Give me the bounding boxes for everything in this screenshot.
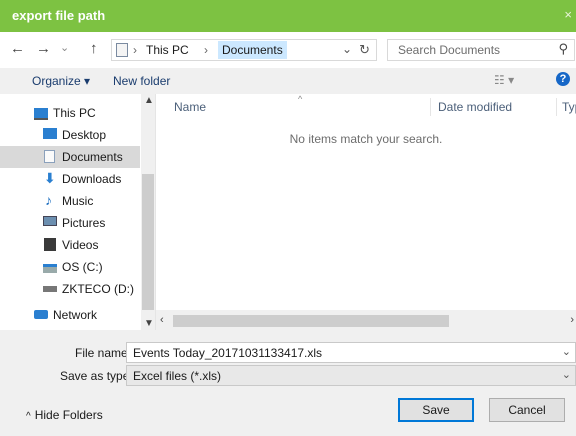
column-divider[interactable] <box>430 98 431 116</box>
refresh-icon[interactable]: ↻ <box>359 42 370 58</box>
chevron-down-icon[interactable]: ⌄ <box>562 345 571 358</box>
pictures-icon <box>43 216 57 226</box>
nav-item-music[interactable]: ♪ Music <box>0 190 140 212</box>
breadcrumb-this-pc[interactable]: This PC <box>146 43 189 57</box>
nav-item-documents[interactable]: Documents <box>0 146 140 168</box>
search-box[interactable]: Search Documents ⚲ <box>387 39 575 61</box>
scrollbar-thumb[interactable] <box>173 315 449 327</box>
nav-item-label: Downloads <box>62 172 122 186</box>
nav-item-label: Documents <box>62 150 123 164</box>
documents-folder-icon <box>116 43 128 57</box>
nav-item-this-pc[interactable]: This PC <box>0 102 140 124</box>
chevron-down-icon[interactable]: ⌄ <box>562 368 571 381</box>
scroll-right-icon[interactable]: › <box>570 314 574 326</box>
nav-item-pictures[interactable]: Pictures <box>0 212 140 234</box>
address-row: ← → ⌄ ↑ › This PC › Documents ⌄ ↻ Search… <box>0 32 576 68</box>
forward-arrow-icon[interactable]: → <box>36 40 51 57</box>
save-as-type-label: Save as type: <box>60 369 133 383</box>
cancel-button[interactable]: Cancel <box>489 398 565 422</box>
save-as-type-value: Excel files (*.xls) <box>133 369 222 383</box>
up-arrow-icon[interactable]: ↑ <box>90 40 98 57</box>
close-icon[interactable]: × <box>564 7 572 22</box>
drive-icon <box>43 264 57 273</box>
back-arrow-icon[interactable]: ← <box>10 40 25 57</box>
hide-folders-label: Hide Folders <box>34 408 103 422</box>
scrollbar-thumb[interactable] <box>142 174 154 310</box>
nav-item-label: ZKTECO (D:) <box>62 282 134 296</box>
empty-message: No items match your search. <box>289 132 443 146</box>
file-list: ^ Name Date modified Typ No items match … <box>156 94 576 310</box>
view-options-icon[interactable]: ☷ ▾ <box>494 73 514 87</box>
organize-button[interactable]: Organize ▾ <box>32 74 90 88</box>
nav-item-downloads[interactable]: ⬇ Downloads <box>0 168 140 190</box>
search-placeholder: Search Documents <box>398 43 501 57</box>
column-divider[interactable] <box>556 98 557 116</box>
videos-icon <box>44 238 56 251</box>
scroll-down-icon[interactable]: ▼ <box>144 318 154 329</box>
file-name-label: File name: <box>75 346 132 360</box>
nav-item-label: Network <box>53 308 98 322</box>
new-folder-button[interactable]: New folder <box>113 74 170 88</box>
file-name-value[interactable]: Events Today_20171031133417.xls <box>133 346 322 360</box>
scroll-up-icon[interactable]: ▲ <box>144 95 154 106</box>
nav-item-label: OS (C:) <box>62 260 103 274</box>
nav-item-label: Desktop <box>62 128 107 142</box>
nav-item-zkteco-d[interactable]: ZKTECO (D:) <box>0 278 140 300</box>
recent-locations-icon[interactable]: ⌄ <box>60 41 69 54</box>
nav-item-desktop[interactable]: Desktop <box>0 124 140 146</box>
desktop-icon <box>43 128 57 139</box>
music-icon: ♪ <box>45 192 52 208</box>
breadcrumb-documents[interactable]: Documents <box>218 41 287 59</box>
window-title: export file path <box>12 8 106 23</box>
file-list-horizontal-scrollbar[interactable]: ‹ › <box>156 312 576 330</box>
downloads-icon: ⬇ <box>44 170 56 186</box>
drive-icon <box>43 286 57 292</box>
hide-folders-button[interactable]: ^ Hide Folders <box>26 408 103 422</box>
command-bar: Organize ▾ New folder ☷ ▾ ? <box>0 68 576 94</box>
column-header-type[interactable]: Typ <box>562 100 576 114</box>
title-bar: export file path × <box>0 0 576 32</box>
nav-item-os-c[interactable]: OS (C:) <box>0 256 140 278</box>
computer-icon <box>34 108 48 120</box>
file-name-field[interactable]: Events Today_20171031133417.xls ⌄ <box>126 342 576 363</box>
nav-item-label: Videos <box>62 238 99 252</box>
search-icon[interactable]: ⚲ <box>558 41 568 57</box>
nav-vertical-scrollbar[interactable]: ▲ ▼ <box>141 94 155 330</box>
sort-ascending-icon: ^ <box>298 94 303 104</box>
nav-item-label: Pictures <box>62 216 106 230</box>
nav-item-network[interactable]: Network <box>0 304 140 326</box>
nav-item-label: Music <box>62 194 94 208</box>
nav-item-label: This PC <box>53 106 96 120</box>
save-button[interactable]: Save <box>398 398 474 422</box>
column-header-name[interactable]: Name <box>174 100 206 114</box>
column-header-date-modified[interactable]: Date modified <box>438 100 512 114</box>
breadcrumb[interactable]: › This PC › Documents ⌄ ↻ <box>111 39 377 61</box>
chevron-down-icon[interactable]: ⌄ <box>342 42 352 56</box>
breadcrumb-separator: › <box>204 43 208 57</box>
save-options-panel: File name: Events Today_20171031133417.x… <box>0 330 576 436</box>
navigation-pane: This PC Desktop Documents ⬇ Downloads ♪ … <box>0 94 156 330</box>
network-icon <box>34 310 48 319</box>
chevron-up-icon: ^ <box>26 411 31 422</box>
documents-icon <box>44 150 55 163</box>
save-as-type-select[interactable]: Excel files (*.xls) ⌄ <box>126 365 576 386</box>
breadcrumb-separator: › <box>133 43 137 57</box>
save-dialog: export file path × ← → ⌄ ↑ › This PC › D… <box>0 0 576 436</box>
nav-item-videos[interactable]: Videos <box>0 234 140 256</box>
scroll-left-icon[interactable]: ‹ <box>160 314 164 326</box>
help-icon[interactable]: ? <box>556 72 570 86</box>
